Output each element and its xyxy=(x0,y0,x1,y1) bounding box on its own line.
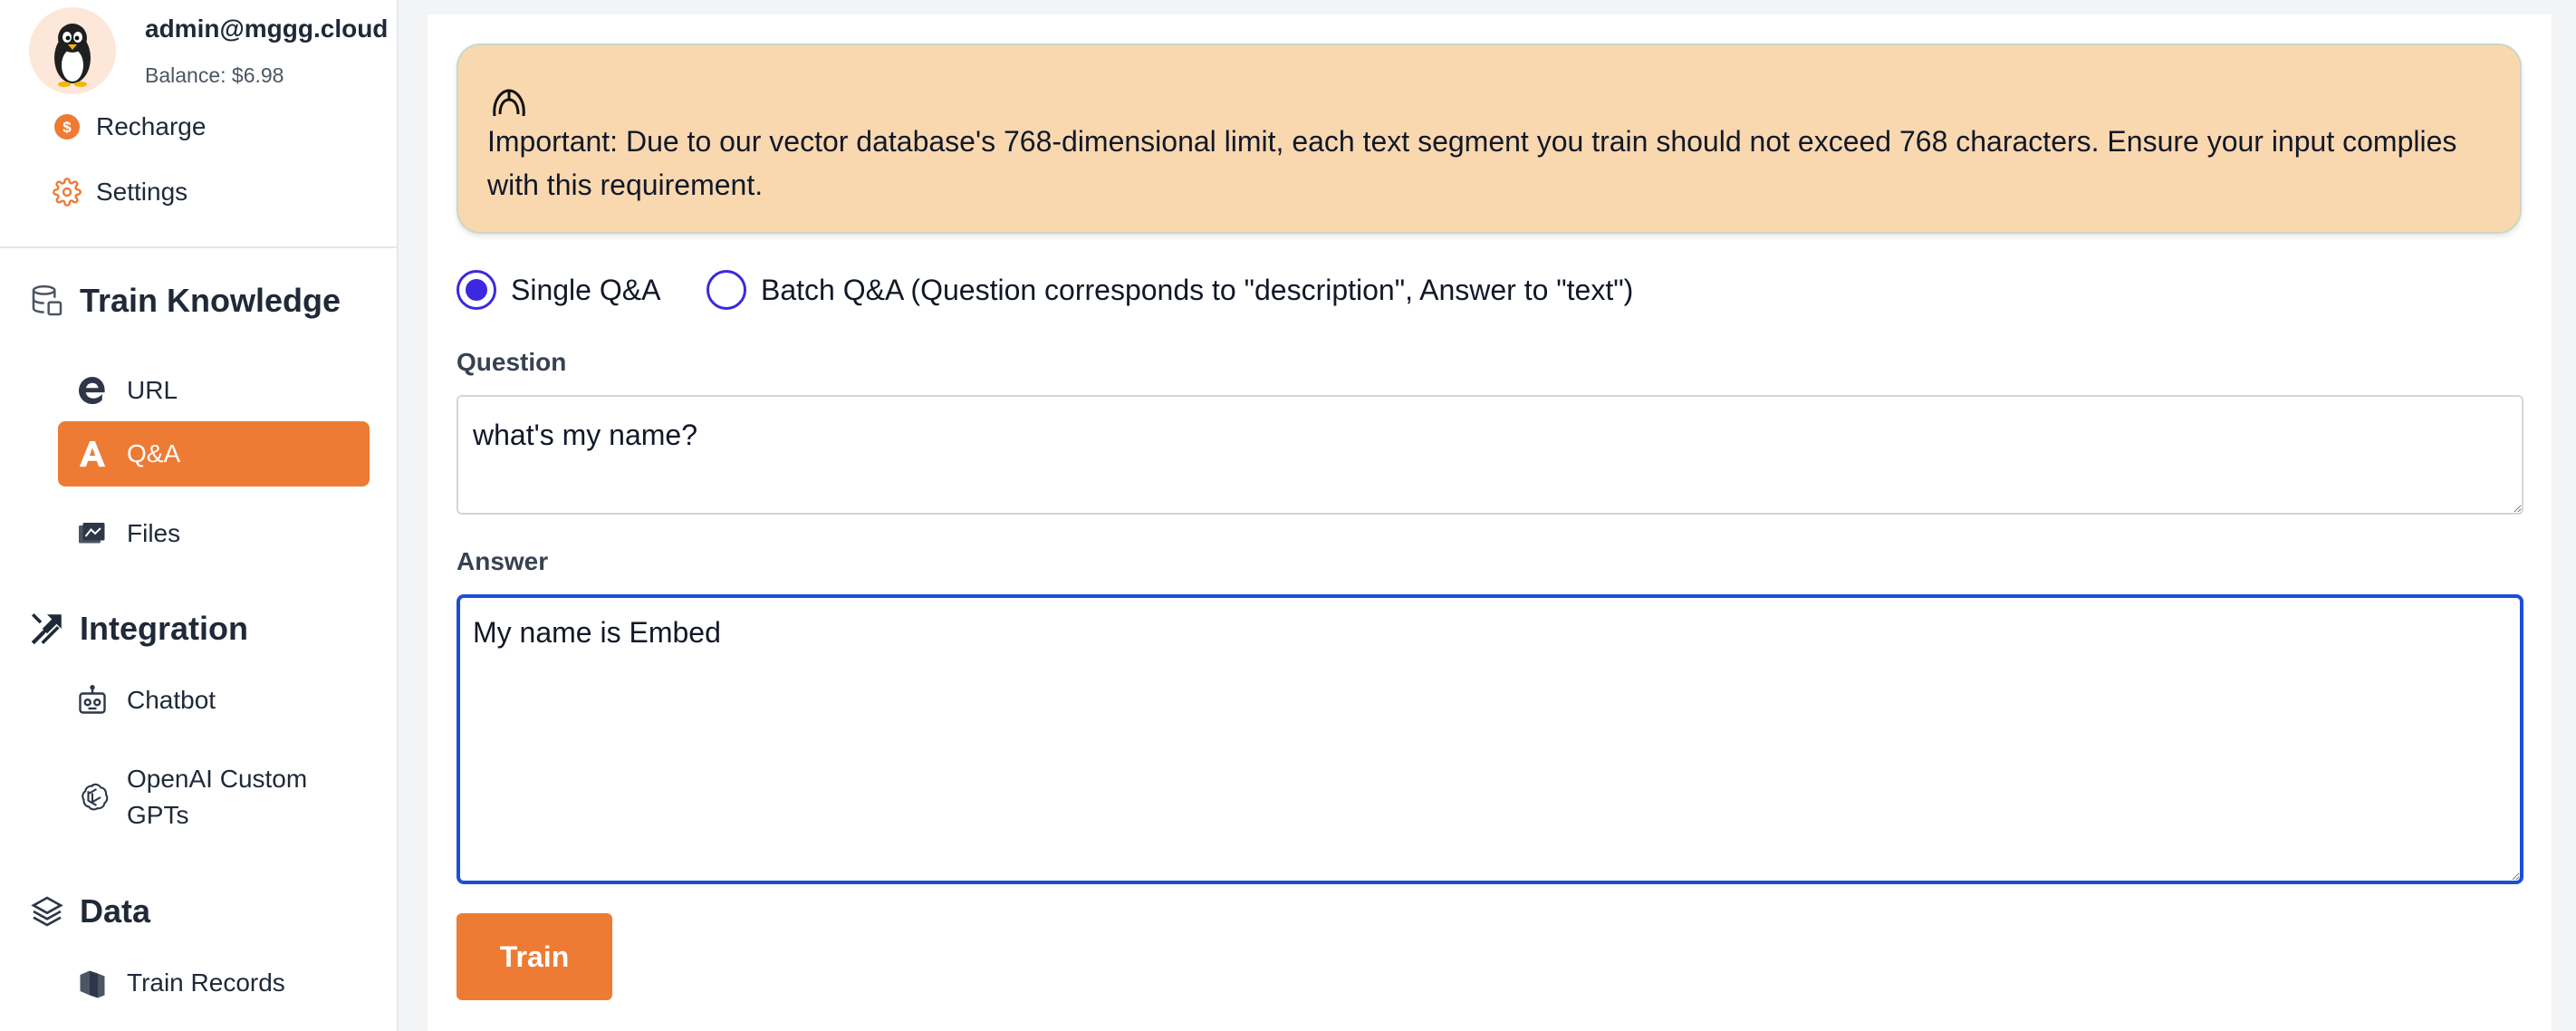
question-field[interactable]: what's my name? xyxy=(457,395,2523,515)
openai-icon xyxy=(76,781,109,814)
settings-label: Settings xyxy=(96,178,188,206)
notice-banner: Important: Due to our vector database's … xyxy=(457,43,2522,234)
answer-label: Answer xyxy=(457,547,549,575)
user-profile[interactable]: admin@mggg.cloud Balance: $6.98 xyxy=(29,7,391,98)
batch-qa-label: Batch Q&A (Question corresponds to "desc… xyxy=(761,273,1634,306)
helmet-icon xyxy=(489,87,529,120)
batch-qa-option[interactable]: Batch Q&A (Question corresponds to "desc… xyxy=(706,270,1633,310)
gear-icon xyxy=(51,176,83,208)
section-integration: Integration xyxy=(27,609,248,649)
section-title-integration: Integration xyxy=(80,610,248,647)
sidebar-item-label: Chatbot xyxy=(127,686,216,714)
sidebar: admin@mggg.cloud Balance: $6.98 $ Rechar… xyxy=(0,0,399,1031)
sidebar-item-label: Train Records xyxy=(127,968,285,997)
sidebar-item-train-records[interactable]: Train Records xyxy=(58,951,366,1015)
settings-link[interactable]: Settings xyxy=(51,176,187,208)
sidebar-item-chatbot[interactable]: Chatbot xyxy=(58,669,366,732)
penguin-avatar-icon xyxy=(54,24,91,87)
answer-field[interactable]: My name is Embed xyxy=(457,594,2523,884)
sidebar-item-qa[interactable]: Q&A xyxy=(58,421,370,487)
question-label: Question xyxy=(457,348,567,376)
sidebar-divider xyxy=(0,246,399,248)
train-button[interactable]: Train xyxy=(457,913,612,1000)
database-icon xyxy=(27,281,67,321)
sidebar-item-url[interactable]: URL xyxy=(58,359,366,422)
recharge-link[interactable]: $ Recharge xyxy=(51,111,206,143)
notice-text: Important: Due to our vector database's … xyxy=(487,125,2457,201)
profile-balance: Balance: $6.98 xyxy=(145,63,284,87)
sidebar-item-label: Files xyxy=(127,519,181,547)
svg-text:$: $ xyxy=(62,119,72,136)
main-panel: Important: Due to our vector database's … xyxy=(428,14,2552,1031)
edge-e-icon xyxy=(76,374,109,407)
batch-qa-radio[interactable] xyxy=(706,270,746,310)
letter-a-icon xyxy=(76,438,109,470)
profile-email: admin@mggg.cloud xyxy=(145,14,389,43)
sidebar-item-openai-gpts[interactable]: OpenAI Custom GPTs xyxy=(58,756,366,839)
section-train-knowledge: Train Knowledge xyxy=(27,281,341,321)
single-qa-radio[interactable] xyxy=(457,270,496,310)
records-icon xyxy=(76,967,109,999)
avatar xyxy=(29,7,116,94)
section-title-data: Data xyxy=(80,892,151,930)
single-qa-label: Single Q&A xyxy=(511,273,661,306)
robot-icon xyxy=(76,684,109,717)
files-icon xyxy=(76,517,109,550)
integration-icon xyxy=(27,609,67,649)
sidebar-item-label: OpenAI Custom GPTs xyxy=(127,765,308,829)
coin-icon: $ xyxy=(51,111,83,143)
single-qa-option[interactable]: Single Q&A xyxy=(457,270,660,310)
sidebar-item-files[interactable]: Files xyxy=(58,502,366,565)
layers-icon xyxy=(27,891,67,931)
sidebar-item-label: Q&A xyxy=(127,439,181,467)
section-data: Data xyxy=(27,891,150,931)
section-title-train-knowledge: Train Knowledge xyxy=(80,282,341,319)
recharge-label: Recharge xyxy=(96,112,207,140)
sidebar-item-label: URL xyxy=(127,376,178,404)
